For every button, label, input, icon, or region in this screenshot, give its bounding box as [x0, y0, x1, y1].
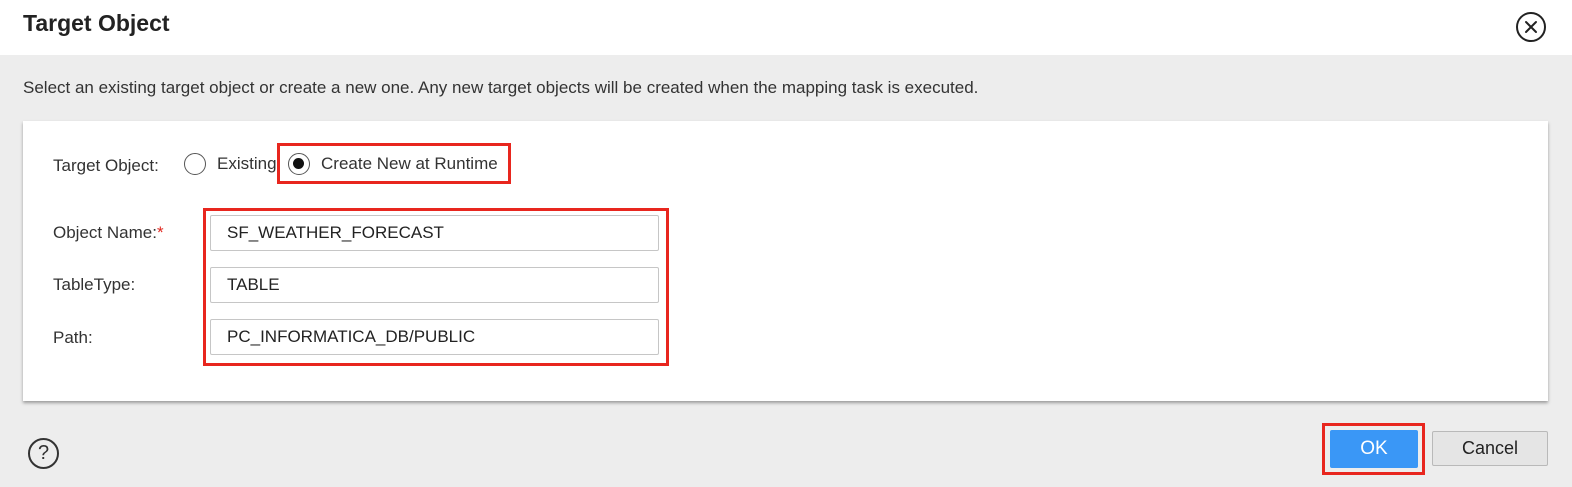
radio-existing-label[interactable]: Existing	[217, 154, 277, 174]
target-object-panel: Target Object: Existing Create New at Ru…	[23, 121, 1548, 401]
target-object-label: Target Object:	[53, 156, 159, 175]
table-type-label: TableType:	[53, 275, 136, 294]
radio-create-new-label[interactable]: Create New at Runtime	[321, 154, 498, 174]
cancel-button[interactable]: Cancel	[1432, 431, 1548, 466]
object-name-label: Object Name:*	[53, 223, 164, 243]
dialog-title: Target Object	[23, 10, 170, 36]
close-icon	[1525, 21, 1537, 33]
help-icon: ?	[37, 442, 50, 464]
required-marker: *	[156, 223, 164, 242]
ok-button[interactable]: OK	[1330, 430, 1418, 468]
path-label: Path:	[53, 328, 93, 347]
path-input[interactable]	[210, 319, 659, 355]
dialog-header: Target Object	[0, 0, 1572, 55]
help-button[interactable]: ?	[28, 438, 59, 469]
radio-existing[interactable]	[184, 153, 206, 175]
close-button[interactable]	[1516, 12, 1546, 42]
object-name-label-text: Object Name:	[53, 223, 157, 242]
object-name-input[interactable]	[210, 215, 659, 251]
table-type-input[interactable]	[210, 267, 659, 303]
dialog-description: Select an existing target object or crea…	[23, 78, 979, 97]
radio-create-new[interactable]	[288, 153, 310, 175]
radio-selected-dot	[293, 158, 304, 169]
